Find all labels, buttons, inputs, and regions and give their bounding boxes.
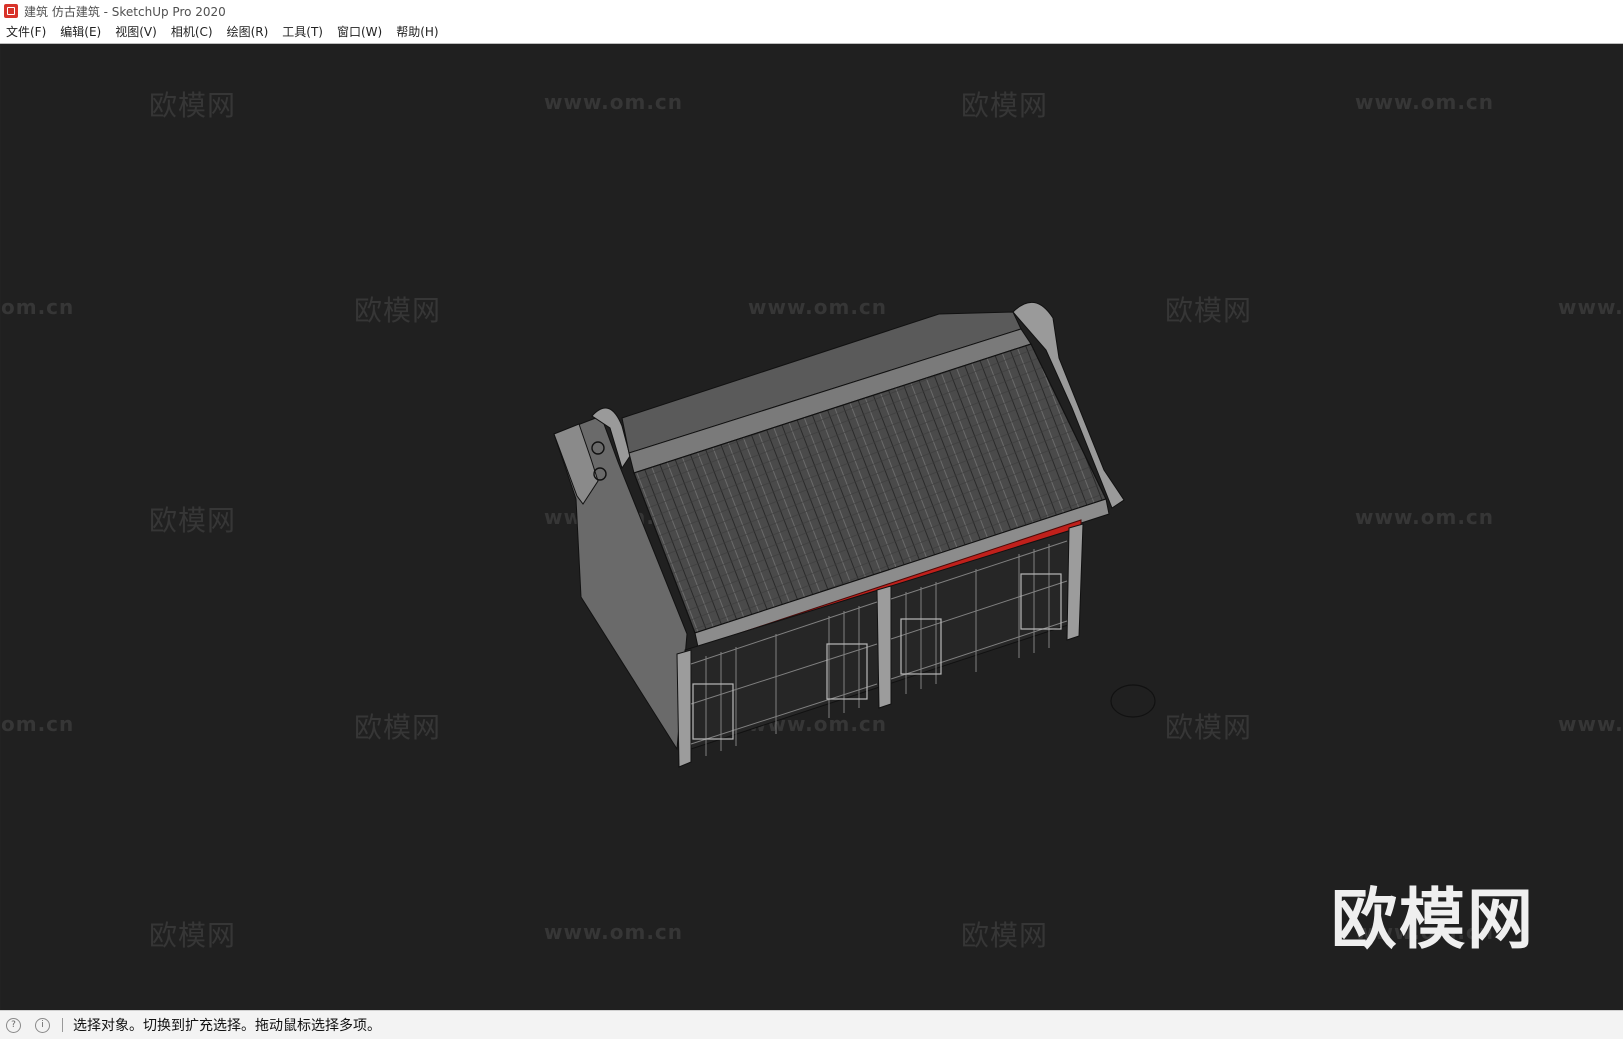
window-title: 建筑 仿古建筑 - SketchUp Pro 2020 xyxy=(24,4,226,19)
model-viewport[interactable]: 欧模网 www.om.cn 欧模网 www.om.cn om.cn 欧模网 ww… xyxy=(1,44,1622,1010)
menu-help[interactable]: 帮助(H) xyxy=(389,22,445,43)
geolocation-icon[interactable]: ? xyxy=(6,1017,21,1033)
menu-view[interactable]: 视图(V) xyxy=(108,22,164,43)
info-icon[interactable]: i xyxy=(35,1017,50,1033)
menu-tools[interactable]: 工具(T) xyxy=(275,22,330,43)
orbit-cursor-icon xyxy=(1110,684,1156,718)
menu-draw[interactable]: 绘图(R) xyxy=(220,22,276,43)
menu-file[interactable]: 文件(F) xyxy=(0,22,53,43)
menu-window[interactable]: 窗口(W) xyxy=(330,22,389,43)
status-separator xyxy=(62,1018,63,1032)
title-bar: 建筑 仿古建筑 - SketchUp Pro 2020 xyxy=(0,0,1623,22)
status-bar: ? i 选择对象。切换到扩充选择。拖动鼠标选择多项。 xyxy=(0,1010,1623,1039)
sketchup-logo-icon xyxy=(4,4,18,18)
menu-bar: 文件(F) 编辑(E) 视图(V) 相机(C) 绘图(R) 工具(T) 窗口(W… xyxy=(0,22,1623,44)
brand-logo-watermark: 欧模网 xyxy=(1331,881,1535,958)
menu-camera[interactable]: 相机(C) xyxy=(164,22,220,43)
status-message: 选择对象。切换到扩充选择。拖动鼠标选择多项。 xyxy=(73,1018,381,1034)
menu-edit[interactable]: 编辑(E) xyxy=(53,22,108,43)
